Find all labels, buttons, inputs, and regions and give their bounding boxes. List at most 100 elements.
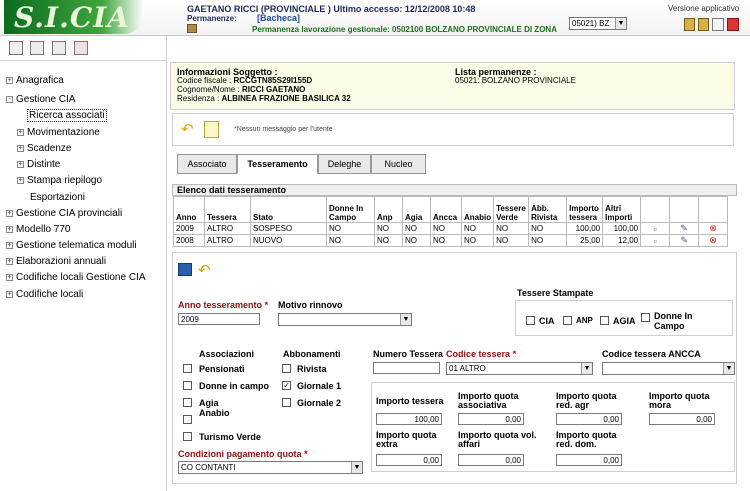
expand-icon[interactable]: + (6, 226, 13, 233)
numero-tessera-label: Numero Tessera (373, 349, 443, 359)
undo-icon[interactable]: ↶ (198, 261, 211, 279)
expand-icon[interactable]: + (6, 210, 13, 217)
expand-icon[interactable]: + (6, 242, 13, 249)
toolbar-icon-1[interactable] (9, 41, 23, 55)
tab-nucleo[interactable]: Nucleo (371, 154, 426, 174)
undo-icon[interactable]: ↶ (181, 122, 197, 137)
codice-tessera-label: Codice tessera * (446, 349, 517, 359)
collapse-icon[interactable]: - (6, 96, 13, 103)
docs-icon[interactable] (684, 18, 695, 31)
toolbar-icon-3[interactable] (52, 41, 66, 55)
sidebar-item-movimentazione[interactable]: + Movimentazione (17, 127, 100, 138)
toolbar-icon-2[interactable] (30, 41, 44, 55)
chevron-down-icon: ▼ (615, 18, 626, 29)
associazione-checkbox[interactable] (183, 415, 192, 424)
quota-extra-input[interactable] (376, 454, 442, 466)
sidebar-item-stampa-riepilogo[interactable]: + Stampa riepilogo (17, 175, 102, 186)
tab-associato[interactable]: Associato (177, 154, 237, 174)
agia-checkbox[interactable] (600, 316, 609, 325)
associazione-checkbox[interactable] (183, 364, 192, 373)
quota-dom-input[interactable] (556, 454, 622, 466)
permanenza-line: Permanenza lavorazione gestionale: 05021… (252, 25, 557, 34)
note-icon[interactable] (204, 121, 219, 138)
table-cell: NO (430, 234, 462, 247)
tab-tesseramento[interactable]: Tesseramento (237, 154, 318, 174)
quota-assoc-input[interactable] (458, 413, 524, 425)
column-header: Ancca (430, 196, 462, 223)
table-row[interactable]: 2008 ALTRO NUOVO NO NO NO NO NO NO NO 25,00 12,00 ▫ ✎… (173, 234, 729, 247)
quota-mora-input[interactable] (649, 413, 715, 425)
chevron-down-icon: ▼ (351, 462, 362, 473)
table-row[interactable]: 2009 ALTRO SOSPESO NO NO NO NO NO NO NO 100,00 100,… (173, 222, 729, 235)
codice-ancca-select[interactable]: ▼ (602, 362, 735, 375)
condizioni-select[interactable]: CO CONTANTI ▼ (178, 461, 363, 474)
view-icon[interactable]: ▫ (654, 224, 657, 234)
version-label: Versione applicativo (668, 4, 740, 13)
table-cell: NO (326, 222, 375, 235)
expand-icon[interactable]: + (6, 77, 13, 84)
codice-tessera-select[interactable]: 01 ALTRO ▼ (446, 362, 593, 375)
abbonamento-checkbox[interactable] (282, 364, 291, 373)
associazione-checkbox[interactable] (183, 398, 192, 407)
edit-icon[interactable]: ✎ (680, 223, 688, 233)
action-column-header (640, 196, 671, 223)
associazione-checkbox[interactable] (183, 381, 192, 390)
anno-input[interactable] (178, 313, 260, 325)
user-info: GAETANO RICCI (PROVINCIALE ) Ultimo acce… (187, 4, 476, 14)
sidebar-item-distinte[interactable]: + Distinte (17, 159, 60, 170)
anno-label: Anno tesseramento * (178, 300, 269, 310)
book-icon[interactable] (187, 24, 197, 33)
sidebar-item-codifiche-locali-gestione-cia[interactable]: + Codifiche locali Gestione CIA (6, 272, 146, 283)
delete-icon[interactable]: ⊗ (709, 223, 717, 233)
agia-label: AGIA (613, 316, 636, 326)
home-icon[interactable] (712, 18, 724, 31)
motivo-select[interactable]: ▼ (278, 313, 412, 326)
numero-tessera-input[interactable] (373, 362, 440, 374)
expand-icon[interactable]: + (17, 177, 24, 184)
message-panel: ↶ *Nessun messaggio per l'utente (172, 113, 734, 146)
sidebar-item-gestione-telematica-moduli[interactable]: + Gestione telematica moduli (6, 240, 137, 251)
donne-label: Donne In Campo (654, 311, 693, 331)
cia-checkbox[interactable] (526, 316, 535, 325)
expand-icon[interactable]: + (17, 161, 24, 168)
sidebar-item-esportazioni[interactable]: Esportazioni (30, 192, 85, 203)
sidebar-item-label: Modello 770 (16, 224, 71, 235)
sidebar-item-ricerca-associati[interactable]: Ricerca associati (27, 109, 107, 122)
office-select[interactable]: 05021) BZ ▼ (569, 17, 627, 30)
column-header: Abb. Rivista (528, 196, 568, 223)
sidebar-item-gestione-cia-provinciali[interactable]: + Gestione CIA provinciali (6, 208, 122, 219)
folder-icon[interactable] (698, 18, 709, 31)
sidebar-item-anagrafica[interactable]: + Anagrafica (6, 75, 64, 86)
quota-vol-input[interactable] (458, 454, 524, 466)
expand-icon[interactable]: + (17, 129, 24, 136)
abbonamento-label: Rivista (297, 364, 327, 374)
importo-tessera-input[interactable] (376, 413, 442, 425)
toolbar-icon-4[interactable] (74, 41, 88, 55)
expand-icon[interactable]: + (6, 291, 13, 298)
view-icon[interactable]: ▫ (654, 236, 657, 246)
motivo-label: Motivo rinnovo (278, 300, 343, 310)
exit-icon[interactable] (727, 18, 739, 31)
associazione-checkbox[interactable] (183, 432, 192, 441)
save-icon[interactable] (178, 263, 192, 276)
anp-checkbox[interactable] (563, 316, 572, 325)
expand-icon[interactable]: + (6, 258, 13, 265)
sidebar-item-gestione-cia[interactable]: - Gestione CIA (6, 94, 75, 105)
sidebar-item-label: Movimentazione (27, 127, 100, 138)
donne-checkbox[interactable] (641, 313, 650, 322)
sidebar-item-modello-770[interactable]: + Modello 770 (6, 224, 70, 235)
expand-icon[interactable]: + (17, 145, 24, 152)
quota-agr-input[interactable] (556, 413, 622, 425)
tab-deleghe[interactable]: Deleghe (318, 154, 371, 174)
expand-icon[interactable]: + (6, 274, 13, 281)
sidebar-item-elaborazioni-annuali[interactable]: + Elaborazioni annuali (6, 256, 106, 267)
res-label: Residenza : (177, 94, 220, 103)
bacheca-link[interactable]: [Bacheca] (257, 13, 300, 23)
sidebar-item-codifiche-locali[interactable]: + Codifiche locali (6, 289, 83, 300)
delete-icon[interactable]: ⊗ (709, 235, 717, 245)
abbonamento-checkbox[interactable]: ✓ (282, 381, 291, 390)
sidebar-item-scadenze[interactable]: + Scadenze (17, 143, 71, 154)
edit-icon[interactable]: ✎ (680, 235, 688, 245)
chevron-down-icon: ▼ (723, 363, 734, 374)
abbonamento-checkbox[interactable] (282, 398, 291, 407)
